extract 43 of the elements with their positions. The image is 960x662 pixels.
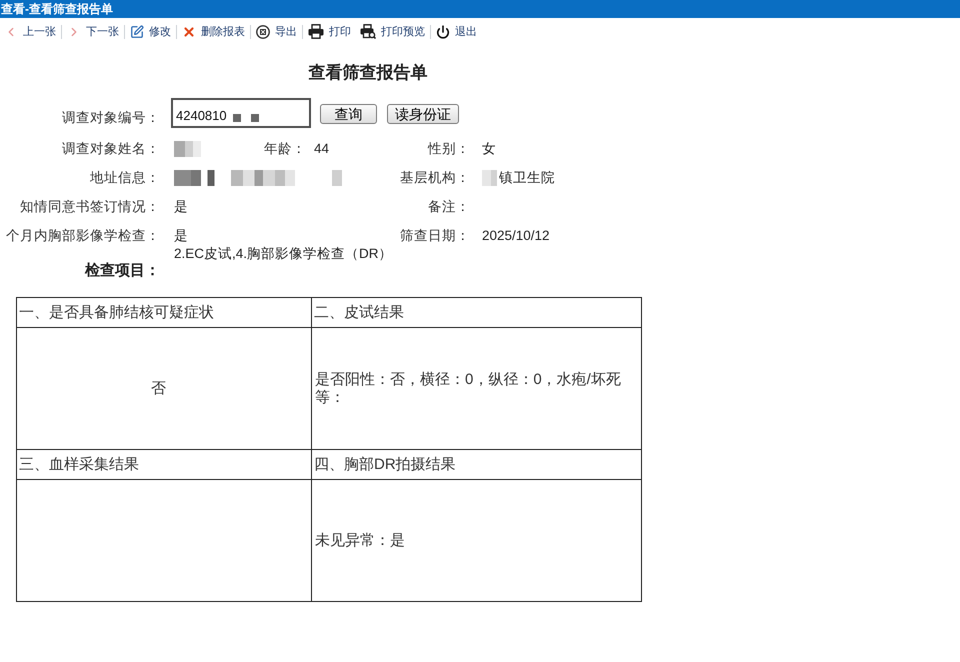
field-label: 调查对象姓名： <box>62 140 160 156</box>
field-label: 性别： <box>428 140 470 156</box>
field-label: 年龄： <box>264 140 306 156</box>
field-value: 是 <box>174 198 188 214</box>
printer-icon <box>308 24 324 39</box>
field-label: 备注： <box>428 198 470 214</box>
field-label: 个月内胸部影像学检查： <box>6 228 160 244</box>
field-label: 筛查日期： <box>400 228 470 244</box>
field-label: 调查对象编号： <box>62 110 160 126</box>
window-title: 查看-查看筛查报告单 <box>1 1 113 17</box>
field-value: 2025/10/12 <box>482 228 550 244</box>
section-title: 三、血样采集结果 <box>19 456 139 472</box>
field-value: 2.EC皮试,4.胸部影像学检查（DR） <box>174 246 393 261</box>
section-title: 二、皮试结果 <box>314 304 404 320</box>
toolbar-button[interactable]: 上一张 <box>1 20 59 42</box>
section-title: 四、胸部DR拍摄结果 <box>314 456 456 472</box>
power-icon <box>436 24 450 38</box>
field-label: 地址信息： <box>90 170 160 186</box>
cross-icon <box>182 24 196 38</box>
section-result: 否 <box>151 380 166 396</box>
printer-magnifier-icon <box>360 24 376 39</box>
field-value: 镇卫生院 <box>499 170 555 186</box>
toolbar-button[interactable]: 打印预览 <box>357 20 428 42</box>
section-result: 未见异常：是 <box>315 532 405 548</box>
query-button[interactable]: 查询 <box>320 104 377 124</box>
toolbar-button[interactable]: 导出 <box>253 20 300 42</box>
section-title: 一、是否具备肺结核可疑症状 <box>19 304 214 320</box>
toolbar-button[interactable]: 下一张 <box>64 20 122 42</box>
page-heading: 查看筛查报告单 <box>308 63 428 83</box>
field-value: 女 <box>482 140 496 156</box>
read-id-card-button[interactable]: 读身份证 <box>387 104 459 124</box>
field-label: 知情同意书签订情况： <box>20 198 160 214</box>
pencil-square-icon <box>130 24 144 38</box>
toolbar-button[interactable]: 退出 <box>433 20 480 42</box>
toolbar-button[interactable]: 打印 <box>305 20 354 42</box>
field-label: 检查项目： <box>85 262 160 280</box>
field-label: 基层机构： <box>400 170 470 186</box>
field-value: 44 <box>314 140 330 156</box>
id-input-field[interactable]: 4240810 <box>171 98 311 128</box>
toolbar-button[interactable]: 修改 <box>127 20 174 42</box>
section-result: 是否阳性：否，横径：0，纵径：0，水疱/坏死等： <box>315 370 621 406</box>
field-value: 是 <box>174 228 188 244</box>
toolbar-button[interactable]: 删除报表 <box>179 20 248 42</box>
